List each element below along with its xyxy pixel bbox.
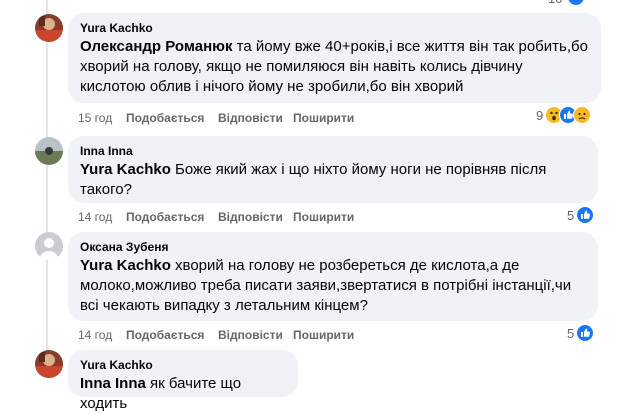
like-button[interactable]: Подобається	[126, 110, 204, 126]
comment-text: Inna Inna як бачите що ходить	[80, 375, 242, 412]
reaction-count: 5	[567, 207, 575, 223]
mention-link[interactable]: Yura Kachko	[80, 161, 171, 178]
comment-actions: 14 год Подобається Відповісти Поширити	[78, 327, 354, 343]
reply-button[interactable]: Відповісти	[218, 110, 283, 126]
comment-timestamp[interactable]: 14 год	[78, 327, 112, 343]
thread-line	[46, 0, 48, 371]
avatar[interactable]	[35, 14, 63, 42]
reaction-count: 5	[567, 325, 575, 341]
share-button[interactable]: Поширити	[293, 110, 354, 126]
reaction-summary[interactable]: 9	[536, 106, 592, 124]
comment-author[interactable]: Inna Inna	[80, 143, 586, 159]
comment-bubble: Yura Kachko Inna Inna як бачите що ходит…	[68, 350, 298, 412]
avatar[interactable]	[35, 232, 63, 260]
partial-reaction-icon[interactable]	[568, 0, 584, 5]
reply-button[interactable]: Відповісти	[218, 327, 283, 343]
sad-reaction-icon	[573, 106, 592, 124]
share-button[interactable]: Поширити	[293, 209, 354, 225]
avatar-photo-icon	[35, 137, 63, 165]
like-button[interactable]: Подобається	[126, 209, 204, 225]
share-button[interactable]: Поширити	[293, 327, 354, 343]
partial-reaction-count: 10	[548, 0, 562, 5]
avatar-photo-icon	[35, 14, 63, 42]
default-avatar-icon	[35, 232, 63, 260]
avatar[interactable]	[35, 350, 63, 378]
comment-text: Yura Kachko Боже який жах і що ніхто йом…	[80, 161, 547, 198]
avatar-photo-icon	[35, 350, 63, 378]
mention-link[interactable]: Yura Kachko	[80, 257, 171, 274]
comment-actions: 14 год Подобається Відповісти Поширити	[78, 209, 354, 225]
reaction-summary[interactable]: 5	[567, 206, 595, 224]
avatar[interactable]	[35, 137, 63, 165]
mention-link[interactable]: Inna Inna	[80, 375, 146, 392]
comment-actions: 15 год Подобається Відповісти Поширити	[78, 110, 354, 126]
reaction-count: 9	[536, 107, 544, 123]
comment-author[interactable]: Yura Kachko	[80, 20, 589, 36]
reply-button[interactable]: Відповісти	[218, 209, 283, 225]
comment-author[interactable]: Оксана Зубеня	[80, 239, 586, 255]
comment-timestamp[interactable]: 15 год	[78, 110, 112, 126]
like-reaction-icon	[576, 206, 595, 224]
comment-timestamp[interactable]: 14 год	[78, 209, 112, 225]
comment-author[interactable]: Yura Kachko	[80, 357, 286, 373]
comment-text: Олександр Романюк та йому вже 40+років,і…	[80, 38, 588, 95]
comment-bubble: Оксана Зубеня Yura Kachko хворий на голо…	[68, 232, 598, 321]
like-button[interactable]: Подобається	[126, 327, 204, 343]
comment-bubble: Inna Inna Yura Kachko Боже який жах і що…	[68, 136, 598, 203]
reaction-summary[interactable]: 5	[567, 324, 595, 342]
comment-text: Yura Kachko хворий на голову не розберет…	[80, 257, 572, 314]
comment-bubble: Yura Kachko Олександр Романюк та йому вж…	[68, 13, 601, 103]
like-reaction-icon	[576, 324, 595, 342]
mention-link[interactable]: Олександр Романюк	[80, 38, 232, 55]
previous-comment-actions-partial: 10	[75, 0, 615, 5]
